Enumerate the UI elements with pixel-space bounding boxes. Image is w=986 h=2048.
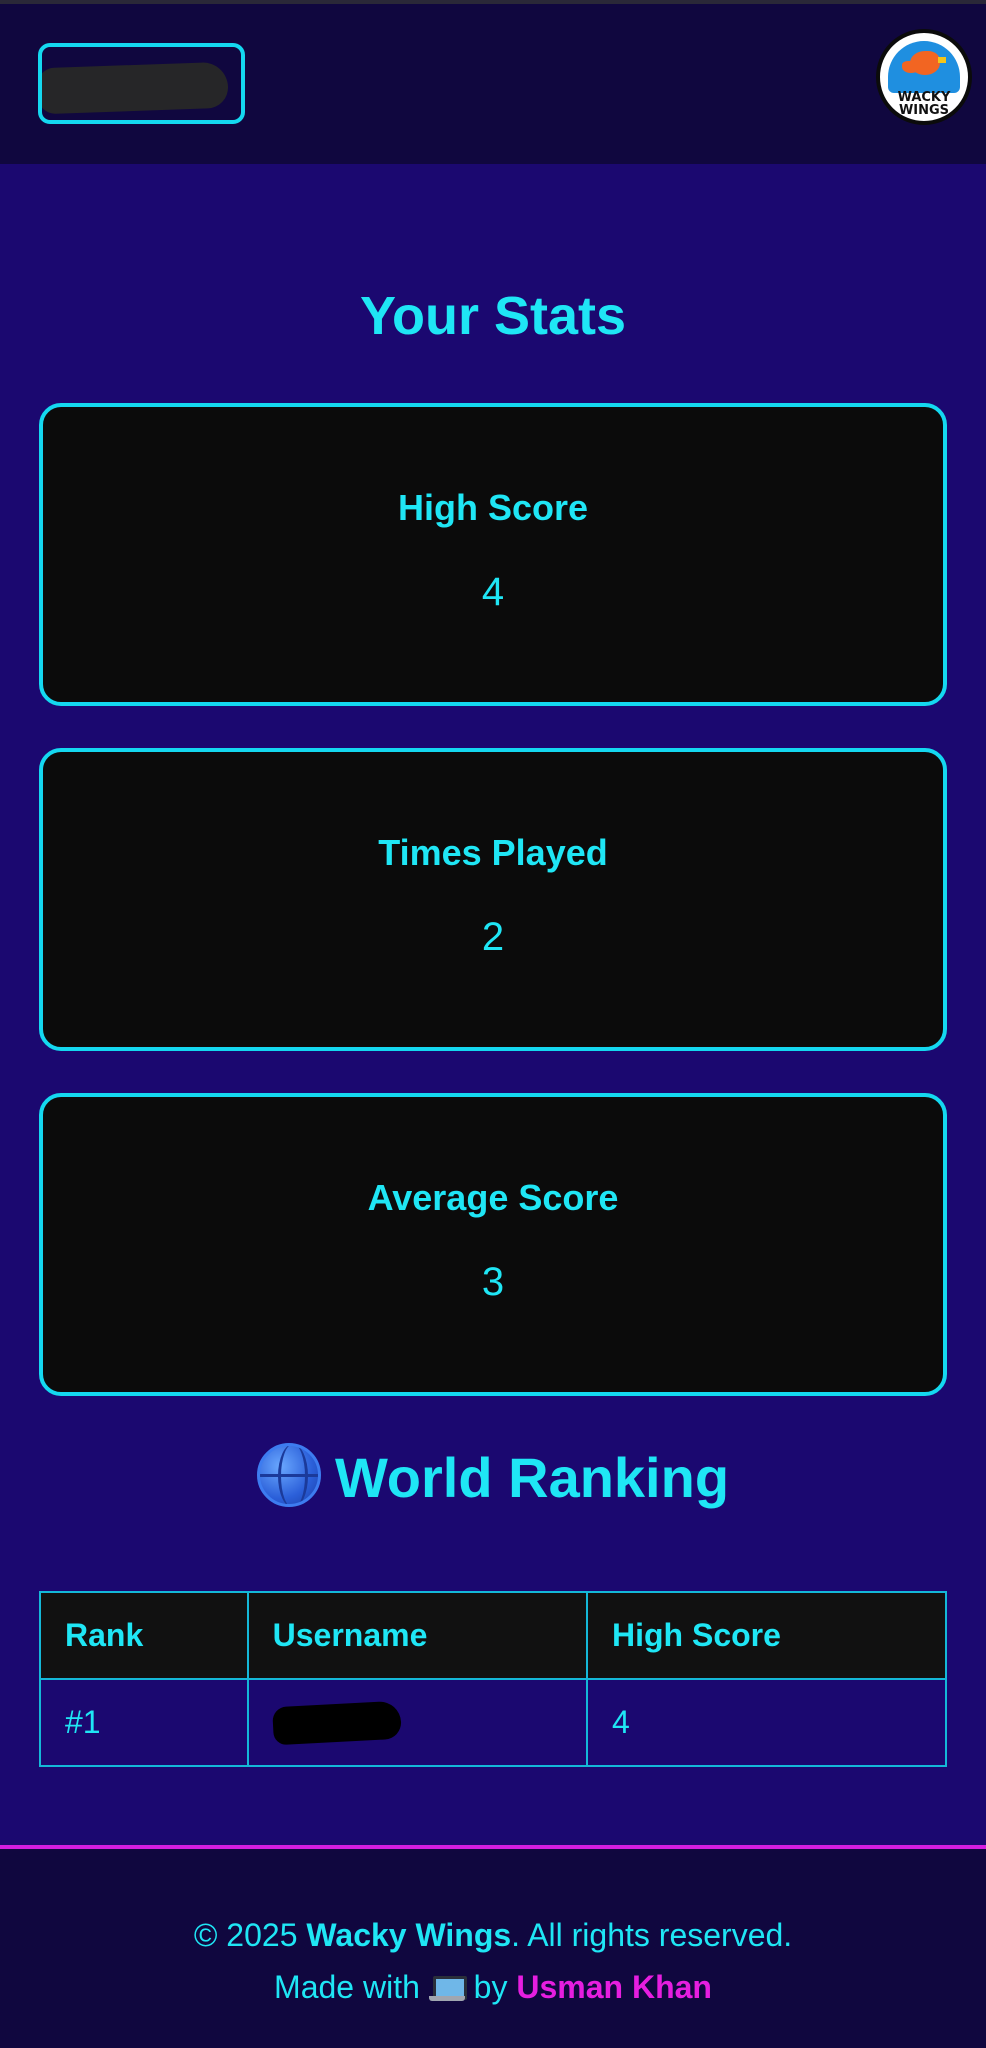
column-header-rank: Rank — [39, 1591, 249, 1680]
made-with-text: Made with — [274, 1969, 420, 2005]
redacted-username — [42, 61, 229, 115]
stat-value: 3 — [481, 1260, 505, 1304]
stat-value: 2 — [481, 915, 505, 959]
laptop-icon — [428, 1976, 467, 2001]
cell-rank: #1 — [39, 1678, 249, 1767]
page-footer: © 2025 Wacky Wings. All rights reserved.… — [0, 1845, 986, 2048]
redacted-username — [271, 1700, 402, 1746]
copyright-prefix: © 2025 — [193, 1917, 307, 1953]
copyright-suffix: . All rights reserved. — [511, 1917, 793, 1953]
wacky-wings-logo[interactable]: WACKY WINGS — [876, 29, 972, 125]
ranking-title-text: World Ranking — [334, 1446, 730, 1509]
by-text: by — [473, 1969, 508, 2005]
bird-wing-icon — [902, 61, 920, 73]
table-row: #1 4 — [39, 1678, 947, 1767]
stats-title: Your Stats — [359, 286, 627, 346]
copyright-line: © 2025 Wacky Wings. All rights reserved. — [0, 1917, 986, 1954]
stat-label: Times Played — [378, 832, 608, 873]
user-profile-button[interactable] — [38, 43, 245, 124]
world-ranking-title: World Ranking — [0, 1443, 986, 1510]
stat-label: High Score — [397, 487, 589, 528]
cell-high-score: 4 — [586, 1678, 947, 1767]
made-with-line: Made with by Usman Khan — [0, 1969, 986, 2006]
stat-card-times-played: Times Played 2 — [39, 748, 947, 1051]
brand-name: Wacky Wings — [306, 1917, 512, 1953]
logo-text: WACKY WINGS — [897, 90, 951, 118]
stat-card-average-score: Average Score 3 — [39, 1093, 947, 1396]
stat-label: Average Score — [367, 1177, 619, 1218]
app-header: WACKY WINGS — [0, 4, 986, 164]
bird-beak-icon — [938, 57, 946, 63]
cell-username — [246, 1678, 589, 1767]
column-header-username: Username — [246, 1591, 589, 1680]
ranking-table: Rank Username High Score #1 4 — [39, 1591, 947, 1767]
table-header-row: Rank Username High Score — [39, 1591, 947, 1680]
stat-card-high-score: High Score 4 — [39, 403, 947, 706]
column-header-high-score: High Score — [586, 1591, 947, 1680]
stat-value: 4 — [481, 570, 505, 614]
globe-icon — [256, 1443, 321, 1507]
author-link[interactable]: Usman Khan — [516, 1969, 712, 2005]
